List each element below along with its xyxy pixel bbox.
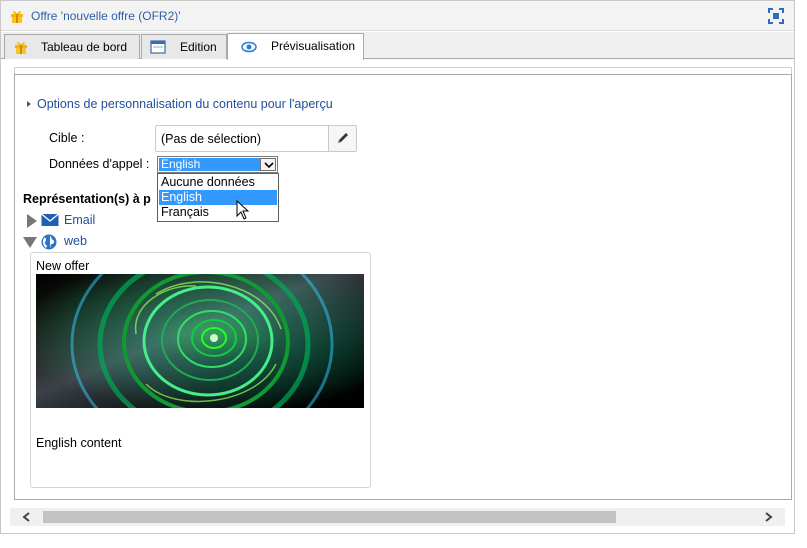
pencil-icon xyxy=(338,133,348,143)
expand-arrow-icon xyxy=(27,100,31,107)
tab-label: Edition xyxy=(180,40,217,54)
dropdown-option[interactable]: Aucune données xyxy=(159,175,277,190)
tab-label: Prévisualisation xyxy=(271,39,356,53)
target-field[interactable]: (Pas de sélection) xyxy=(155,125,357,152)
maximize-icon[interactable] xyxy=(768,8,784,24)
offer-title: New offer xyxy=(36,259,90,273)
dropdown-button[interactable] xyxy=(260,158,276,171)
gift-icon xyxy=(15,42,27,54)
edit-target-button[interactable] xyxy=(328,126,356,151)
tree-item-label: web xyxy=(64,234,87,248)
tree-item-label: Email xyxy=(64,213,96,227)
offer-banner-image xyxy=(36,274,364,408)
chevron-down-icon xyxy=(264,162,274,169)
tab-edition[interactable]: Edition xyxy=(141,34,227,59)
call-data-select[interactable]: English xyxy=(157,156,278,173)
scroll-left-icon[interactable] xyxy=(22,512,30,522)
offer-content: English content xyxy=(36,436,122,450)
expanded-triangle-icon[interactable] xyxy=(23,237,37,248)
tab-bar: Tableau de bord Edition Prévisualisation xyxy=(1,32,794,60)
tab-dashboard[interactable]: Tableau de bord xyxy=(4,34,140,59)
globe-icon xyxy=(41,234,57,250)
target-label: Cible : xyxy=(49,131,85,145)
call-data-selected-value: English xyxy=(159,158,260,171)
eye-icon xyxy=(241,41,257,53)
web-preview-card: New offer English content xyxy=(30,252,371,488)
representations-heading: Représentation(s) à p xyxy=(23,192,151,206)
options-label: Options de personnalisation du contenu p… xyxy=(37,97,333,111)
collapsed-triangle-icon[interactable] xyxy=(26,214,38,228)
gift-icon xyxy=(11,11,23,23)
window-title: Offre 'nouvelle offre (OFR2)' xyxy=(31,9,181,23)
mouse-cursor-icon xyxy=(236,200,250,220)
call-data-label: Données d'appel : xyxy=(49,157,150,171)
personalization-options-toggle[interactable]: Options de personnalisation du contenu p… xyxy=(27,97,333,111)
envelope-icon xyxy=(41,213,59,226)
scrollbar-thumb[interactable] xyxy=(43,511,616,523)
tab-preview[interactable]: Prévisualisation xyxy=(227,33,364,60)
dropdown-option[interactable]: Français xyxy=(159,205,277,220)
title-bar: Offre 'nouvelle offre (OFR2)' xyxy=(1,1,794,31)
horizontal-scrollbar[interactable] xyxy=(10,508,785,526)
dropdown-option[interactable]: English xyxy=(159,190,277,205)
target-value: (Pas de sélection) xyxy=(161,132,262,146)
scroll-right-icon[interactable] xyxy=(765,512,773,522)
tab-label: Tableau de bord xyxy=(41,40,128,54)
window-icon xyxy=(150,40,166,54)
call-data-dropdown-list: Aucune données English Français xyxy=(157,173,279,222)
